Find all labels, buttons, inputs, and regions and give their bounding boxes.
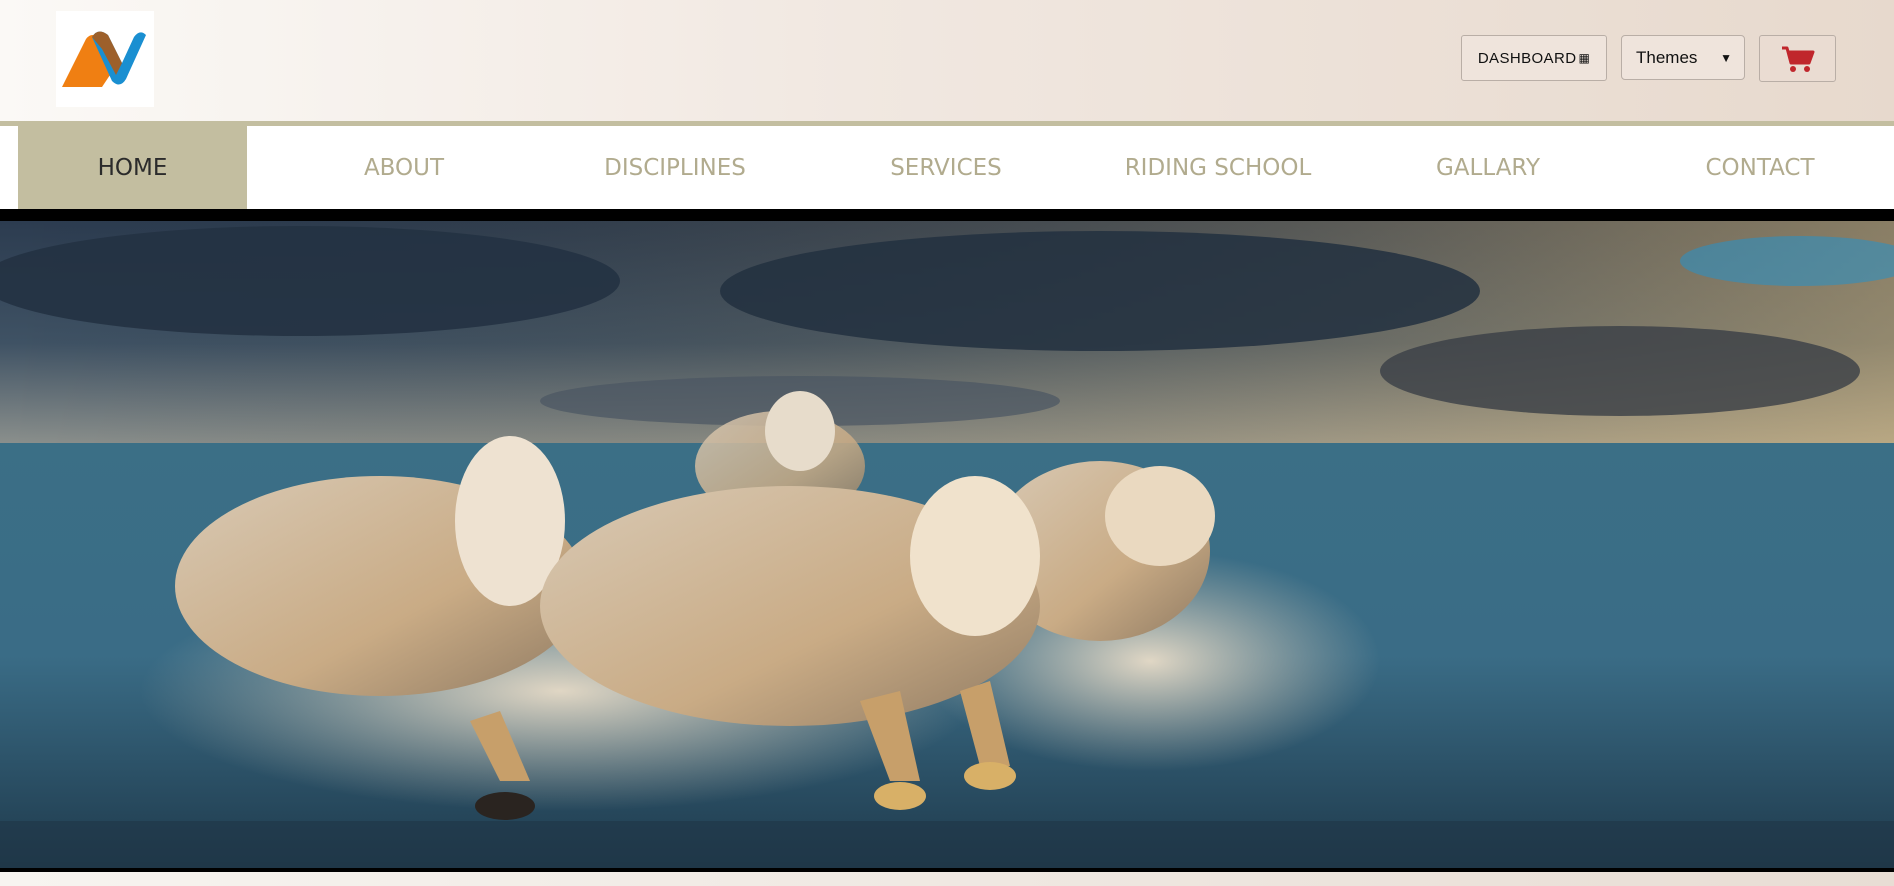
dashboard-label: DASHBOARD: [1477, 49, 1577, 67]
themes-select[interactable]: Themes ▼: [1621, 35, 1745, 80]
nav-item-gallary[interactable]: GALLARY: [1412, 126, 1564, 209]
nav-item-disciplines[interactable]: DISCIPLINES: [575, 126, 775, 209]
cart-button[interactable]: [1759, 35, 1836, 82]
nav-item-about[interactable]: ABOUT: [330, 126, 478, 209]
qr-code-icon: ▦: [1578, 51, 1591, 65]
hero-image-white-horses-running-in-sea: [0, 221, 1894, 868]
brand-logo-icon: [62, 31, 146, 87]
nav-item-home[interactable]: HOME: [18, 126, 247, 209]
page-bottom-strip: [0, 872, 1894, 886]
nav-item-riding-school[interactable]: RIDING SCHOOL: [1108, 126, 1328, 209]
nav-item-contact[interactable]: CONTACT: [1690, 126, 1830, 209]
nav-item-services[interactable]: SERVICES: [870, 126, 1022, 209]
themes-select-value: Themes: [1636, 47, 1698, 67]
brand-logo[interactable]: [56, 11, 154, 107]
dashboard-button[interactable]: DASHBOARD ▦: [1461, 35, 1607, 81]
top-header: [0, 0, 1894, 121]
shopping-cart-icon: [1781, 46, 1814, 72]
main-nav: HOME ABOUT DISCIPLINES SERVICES RIDING S…: [0, 126, 1894, 209]
chevron-down-icon: ▼: [1720, 50, 1732, 65]
